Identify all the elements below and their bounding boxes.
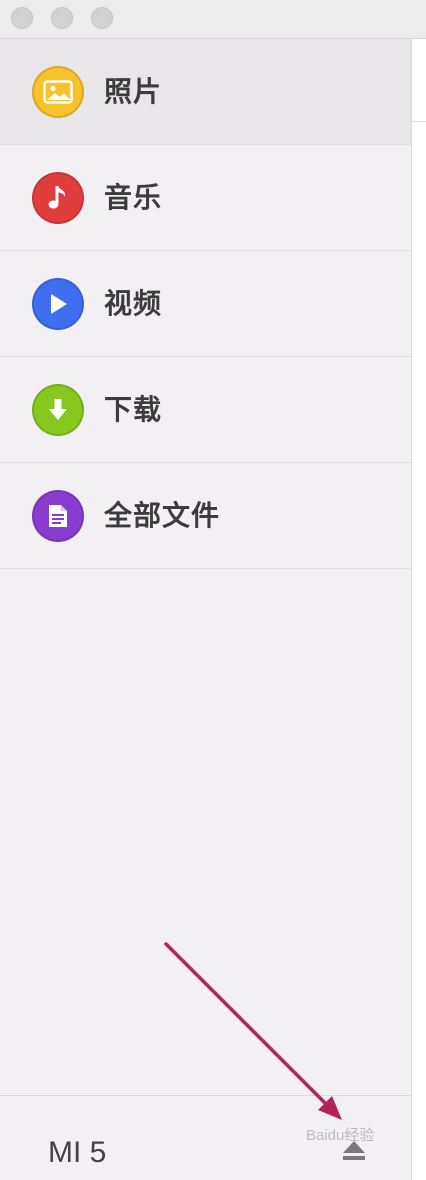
sidebar-item-label: 音乐: [104, 182, 163, 213]
sidebar-item-all-files[interactable]: 全部文件: [0, 463, 411, 569]
sidebar-item-label: 视频: [104, 288, 163, 319]
sidebar: 照片 音乐 视频 下载 全部文件: [0, 39, 411, 1180]
zoom-window-button[interactable]: [91, 7, 113, 29]
device-name: MI 5: [48, 1136, 107, 1169]
sidebar-item-label: 下载: [104, 394, 163, 425]
sidebar-item-label: 照片: [104, 76, 163, 107]
sidebar-item-videos[interactable]: 视频: [0, 251, 411, 357]
main-content-edge: [412, 39, 426, 1180]
sidebar-item-music[interactable]: 音乐: [0, 145, 411, 251]
music-note-icon: [32, 172, 84, 224]
eject-icon[interactable]: [340, 1138, 368, 1164]
sidebar-item-label: 全部文件: [104, 500, 221, 531]
title-bar: [0, 0, 426, 39]
device-bar: MI 5 Baidu经验: [0, 1095, 411, 1180]
minimize-window-button[interactable]: [51, 7, 73, 29]
photo-icon: [32, 66, 84, 118]
sidebar-item-downloads[interactable]: 下载: [0, 357, 411, 463]
close-window-button[interactable]: [11, 7, 33, 29]
download-icon: [32, 384, 84, 436]
play-icon: [32, 278, 84, 330]
sidebar-item-photos[interactable]: 照片: [0, 39, 411, 145]
document-icon: [32, 490, 84, 542]
